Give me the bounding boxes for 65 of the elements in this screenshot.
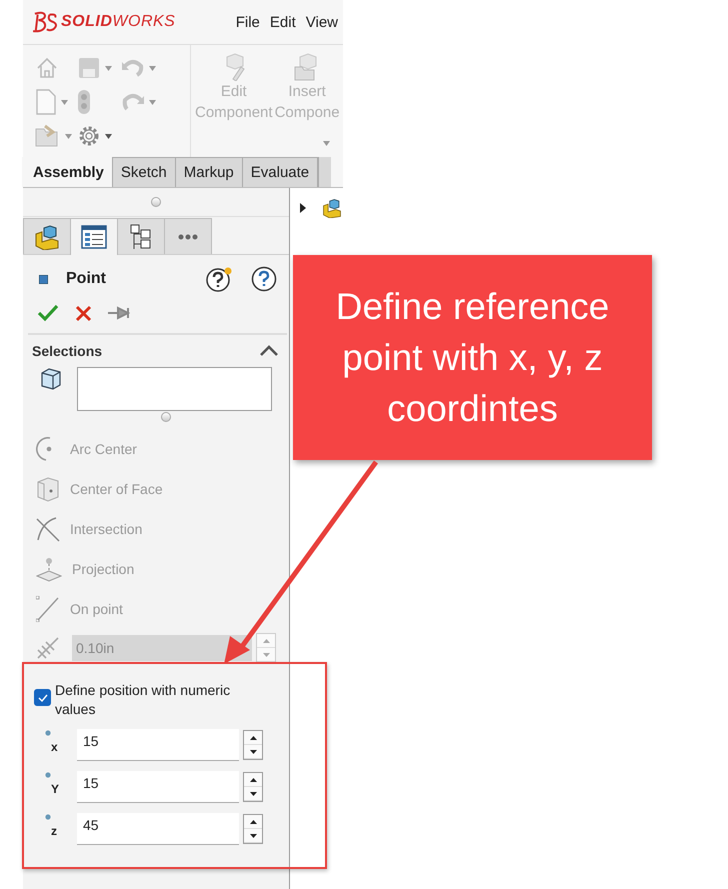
brand-name: SOLIDWORKS	[61, 13, 176, 31]
callout-text: Define reference point with x, y, z coordintes	[334, 285, 610, 431]
projection-icon[interactable]	[36, 556, 62, 582]
coordinate-field[interactable]: 45	[77, 813, 239, 845]
menu-item[interactable]: Edit	[264, 14, 301, 30]
up-arrow-icon[interactable]	[250, 736, 256, 740]
whats-new-help-icon[interactable]	[206, 266, 233, 292]
cube-icon	[39, 367, 63, 391]
down-arrow-icon[interactable]	[250, 792, 256, 796]
panel-tab[interactable]	[23, 218, 71, 254]
help-icon[interactable]	[251, 266, 277, 292]
more-icon	[178, 234, 198, 240]
property-list-icon	[81, 225, 107, 249]
ok-icon[interactable]	[37, 304, 59, 322]
panel-tab[interactable]	[164, 218, 212, 254]
panel-tab[interactable]	[70, 218, 118, 255]
section-title: Selections	[32, 343, 102, 359]
axis-label: z	[51, 824, 57, 838]
close-icon[interactable]	[75, 304, 92, 322]
ribbon-tab[interactable]	[318, 157, 332, 187]
home-icon[interactable]	[35, 56, 59, 80]
spin-button[interactable]	[243, 814, 263, 844]
up-arrow-icon[interactable]	[250, 778, 256, 782]
check-icon	[36, 692, 48, 702]
menu-item[interactable]: File	[230, 14, 265, 30]
settings-icon[interactable]	[77, 124, 101, 148]
logo-icon	[31, 11, 59, 33]
selection-field[interactable]	[77, 367, 272, 411]
point-icon	[45, 814, 51, 820]
distance-icon	[36, 636, 60, 660]
ribbon-tab[interactable]: Evaluate	[242, 157, 318, 187]
cube-icon[interactable]	[36, 476, 60, 502]
resize-handle[interactable]	[161, 412, 171, 422]
pin-icon[interactable]	[108, 306, 130, 320]
axis-label: Y	[51, 782, 60, 796]
assembly-icon	[34, 224, 60, 250]
point-icon	[45, 772, 51, 778]
intersection-icon[interactable]	[36, 516, 60, 542]
ribbon-tab[interactable]: Markup	[174, 157, 243, 187]
coordinate-field[interactable]: 15	[77, 771, 239, 803]
checkbox-label[interactable]: Define position with numeric values	[55, 681, 250, 719]
point-icon	[45, 730, 51, 736]
checkbox[interactable]	[34, 689, 51, 706]
spin-button[interactable]	[243, 772, 263, 802]
resize-handle[interactable]	[151, 197, 161, 207]
expand-arrow-icon[interactable]	[300, 203, 306, 213]
ribbon-tab[interactable]: Sketch	[112, 157, 176, 187]
menu-item[interactable]: View	[300, 14, 343, 30]
assembly-icon[interactable]	[322, 198, 342, 218]
document-icon[interactable]	[35, 89, 57, 115]
down-arrow-icon[interactable]	[250, 834, 256, 838]
on-point-icon[interactable]	[36, 596, 60, 622]
point-icon	[39, 274, 48, 284]
up-arrow-icon[interactable]	[250, 820, 256, 824]
caret-icon[interactable]	[105, 134, 112, 138]
axis-label: x	[51, 740, 58, 754]
redo-icon[interactable]	[121, 92, 145, 112]
undo-icon[interactable]	[121, 58, 145, 78]
collapse-icon[interactable]	[259, 345, 279, 357]
spin-button[interactable]	[243, 730, 263, 760]
coordinate-field[interactable]: 15	[77, 729, 239, 761]
panel-title: Point	[66, 270, 106, 288]
down-arrow-icon[interactable]	[250, 750, 256, 754]
configuration-tree-icon	[130, 224, 152, 250]
panel-tab[interactable]	[117, 218, 165, 254]
